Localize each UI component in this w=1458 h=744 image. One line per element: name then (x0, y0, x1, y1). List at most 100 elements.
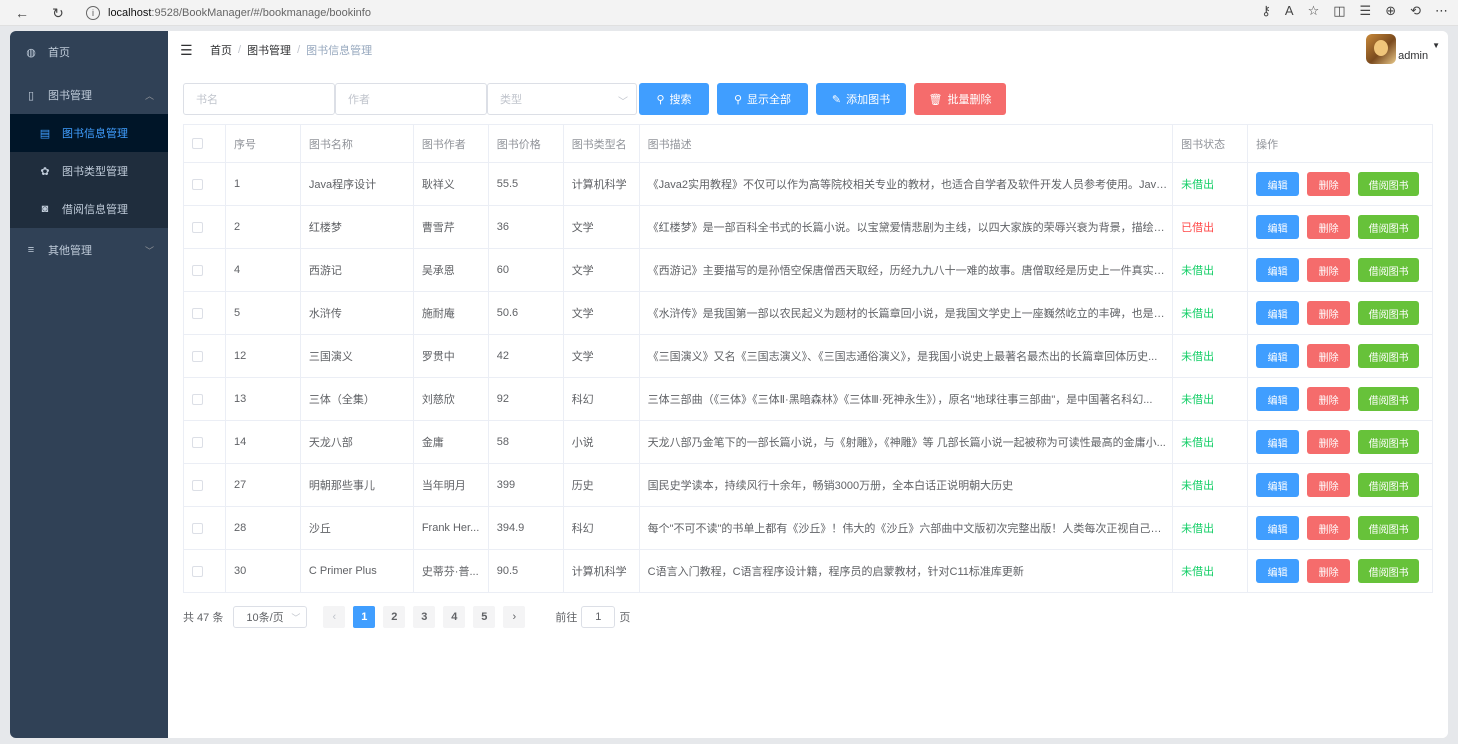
cell-author: 耿祥义 (414, 163, 489, 205)
browser-toolbar: ← ↻ i localhost:9528/BookManager/#/bookm… (0, 0, 1458, 26)
author-input[interactable]: 作者 (335, 83, 487, 115)
sidebar: ◍ 首页 ▯ 图书管理 ︿ ▤ 图书信息管理 ✿ 图书类型管理 ◙ 借阅信息管理… (10, 31, 168, 738)
table-row: 2 红楼梦 曹雪芹 36 文学 《红楼梦》是一部百科全书式的长篇小说。以宝黛爱情悲剧为主线… (184, 206, 1433, 249)
sidebar-item-book-type[interactable]: ✿ 图书类型管理 (10, 152, 168, 190)
delete-button[interactable]: 删除 (1307, 215, 1351, 239)
username[interactable]: admin (1398, 50, 1428, 62)
borrow-button[interactable]: 借阅图书 (1358, 430, 1420, 454)
book-name-input[interactable]: 书名 (183, 83, 335, 115)
prev-page-button[interactable]: ‹ (323, 606, 346, 628)
page-button[interactable]: 2 (383, 606, 406, 628)
row-checkbox[interactable] (192, 178, 203, 190)
next-page-button[interactable]: › (503, 606, 526, 628)
delete-button[interactable]: 删除 (1307, 516, 1351, 540)
row-checkbox[interactable] (192, 221, 203, 233)
type-select[interactable]: 类型 ﹀ (487, 83, 637, 115)
borrow-button[interactable]: 借阅图书 (1358, 258, 1420, 282)
batch-delete-button[interactable]: 🗑 批量删除 (914, 83, 1006, 115)
delete-button[interactable]: 删除 (1307, 301, 1351, 325)
key-icon[interactable]: ⚷ (1261, 3, 1271, 19)
delete-button[interactable]: 删除 (1307, 258, 1351, 282)
borrow-button[interactable]: 借阅图书 (1358, 516, 1420, 540)
cell-status-text: 未借出 (1181, 179, 1215, 191)
info-icon[interactable]: i (86, 6, 100, 20)
header-price: 图书价格 (489, 125, 564, 162)
borrow-button[interactable]: 借阅图书 (1358, 215, 1420, 239)
row-checkbox[interactable] (192, 522, 203, 534)
edit-button[interactable]: 编辑 (1256, 344, 1300, 368)
read-aloud-icon[interactable]: A (1285, 3, 1294, 19)
split-screen-icon[interactable]: ◫ (1333, 3, 1345, 19)
row-checkbox[interactable] (192, 264, 203, 276)
delete-button[interactable]: 删除 (1307, 559, 1351, 583)
cell-type-text: 历史 (571, 480, 594, 492)
favorite-add-icon[interactable]: ☆ (1308, 3, 1320, 19)
show-all-button[interactable]: ⚲ 显示全部 (717, 83, 808, 115)
cell-status-text: 已借出 (1181, 222, 1215, 234)
caret-down-icon[interactable]: ▼ (1432, 41, 1440, 50)
sidebar-item-home[interactable]: ◍ 首页 (10, 33, 168, 71)
row-checkbox[interactable] (192, 479, 203, 491)
edit-button[interactable]: 编辑 (1256, 559, 1300, 583)
edit-button[interactable]: 编辑 (1256, 430, 1300, 454)
edit-button[interactable]: 编辑 (1256, 215, 1300, 239)
row-checkbox[interactable] (192, 436, 203, 448)
edit-button[interactable]: 编辑 (1256, 172, 1300, 196)
collections-icon[interactable]: ⊕ (1385, 3, 1396, 19)
cell-desc: C语言入门教程，C语言程序设计籍，程序员的启蒙教材，针对C11标准库更新 (640, 550, 1174, 592)
edit-button[interactable]: 编辑 (1256, 473, 1300, 497)
edit-button[interactable]: 编辑 (1256, 258, 1300, 282)
borrow-button[interactable]: 借阅图书 (1358, 344, 1420, 368)
edit-button[interactable]: 编辑 (1256, 516, 1300, 540)
avatar[interactable] (1366, 34, 1397, 64)
sidebar-item-book-manage[interactable]: ▯ 图书管理 ︿ (10, 76, 168, 114)
delete-button[interactable]: 删除 (1307, 387, 1351, 411)
row-checkbox[interactable] (192, 350, 203, 362)
add-book-button[interactable]: ✎ 添加图书 (816, 83, 906, 115)
user-menu[interactable]: admin ▼ (1366, 34, 1440, 64)
page-button[interactable]: 4 (443, 606, 466, 628)
list-icon: ≡ (27, 244, 35, 256)
borrow-button[interactable]: 借阅图书 (1358, 387, 1420, 411)
sidebar-item-borrow-info[interactable]: ◙ 借阅信息管理 (10, 190, 168, 228)
cell-actions: 编辑 删除 借阅图书 (1248, 464, 1433, 506)
cell-actions: 编辑 删除 借阅图书 (1248, 249, 1433, 291)
page-size-select[interactable]: 10条/页 ﹀ (233, 606, 308, 628)
cell-name-text: C Primer Plus (308, 565, 377, 577)
back-icon[interactable]: ← (12, 3, 32, 23)
page-button[interactable]: 3 (413, 606, 436, 628)
cell-desc-text: 《西游记》主要描写的是孙悟空保唐僧西天取经，历经九九八十一难的故事。唐僧取经是历… (647, 265, 1173, 277)
favorites-icon[interactable]: ☰ (1360, 3, 1372, 19)
hamburger-icon[interactable]: ☰ (180, 42, 194, 59)
select-all-checkbox-cell (184, 125, 226, 162)
delete-button[interactable]: 删除 (1307, 172, 1351, 196)
page-button[interactable]: 1 (353, 606, 376, 628)
goto-page-input[interactable]: 1 (581, 606, 616, 628)
row-checkbox[interactable] (192, 565, 203, 577)
delete-button[interactable]: 删除 (1307, 430, 1351, 454)
delete-button[interactable]: 删除 (1307, 344, 1351, 368)
breadcrumb-section[interactable]: 图书管理 (247, 42, 291, 58)
edit-button[interactable]: 编辑 (1256, 387, 1300, 411)
borrow-button[interactable]: 借阅图书 (1358, 559, 1420, 583)
address-bar[interactable]: i localhost:9528/BookManager/#/bookmanag… (86, 3, 1186, 23)
row-checkbox[interactable] (192, 393, 203, 405)
refresh-icon[interactable]: ↻ (48, 3, 68, 23)
select-all-checkbox[interactable] (192, 138, 203, 149)
more-icon[interactable]: ⋯ (1435, 3, 1448, 19)
borrow-button[interactable]: 借阅图书 (1358, 473, 1420, 497)
borrow-button[interactable]: 借阅图书 (1358, 301, 1420, 325)
pagination: 共 47 条 10条/页 ﹀ ‹ 12345 › 前往 1 页 (183, 606, 630, 628)
row-checkbox[interactable] (192, 307, 203, 319)
history-icon[interactable]: ⟲ (1410, 3, 1421, 19)
borrow-button[interactable]: 借阅图书 (1358, 172, 1420, 196)
sidebar-item-other-manage[interactable]: ≡ 其他管理 ﹀ (10, 231, 168, 269)
edit-button[interactable]: 编辑 (1256, 301, 1300, 325)
breadcrumb-home[interactable]: 首页 (210, 42, 232, 58)
cell-id: 2 (226, 206, 301, 248)
sidebar-item-label: 图书类型管理 (62, 166, 128, 178)
delete-button[interactable]: 删除 (1307, 473, 1351, 497)
sidebar-item-book-info[interactable]: ▤ 图书信息管理 (10, 114, 168, 152)
page-button[interactable]: 5 (473, 606, 496, 628)
search-button[interactable]: ⚲ 搜索 (639, 83, 709, 115)
